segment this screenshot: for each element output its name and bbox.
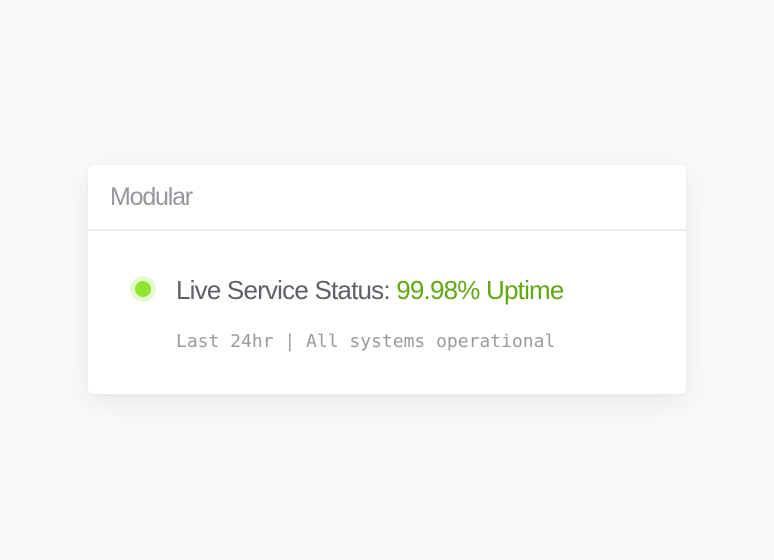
brand-logo-text: Modular xyxy=(110,182,193,211)
status-indicator-icon xyxy=(130,276,156,302)
status-card: Modular Live Service Status: 99.98% Upti… xyxy=(88,165,686,394)
status-label: Live Service Status: xyxy=(176,275,397,305)
status-dot-icon xyxy=(135,281,151,297)
card-body: Live Service Status: 99.98% Uptime Last … xyxy=(88,231,686,394)
card-header: Modular xyxy=(88,165,686,231)
status-headline: Live Service Status: 99.98% Uptime xyxy=(176,273,564,307)
status-detail: Last 24hr | All systems operational xyxy=(176,331,556,352)
uptime-value: 99.98% Uptime xyxy=(396,275,564,305)
